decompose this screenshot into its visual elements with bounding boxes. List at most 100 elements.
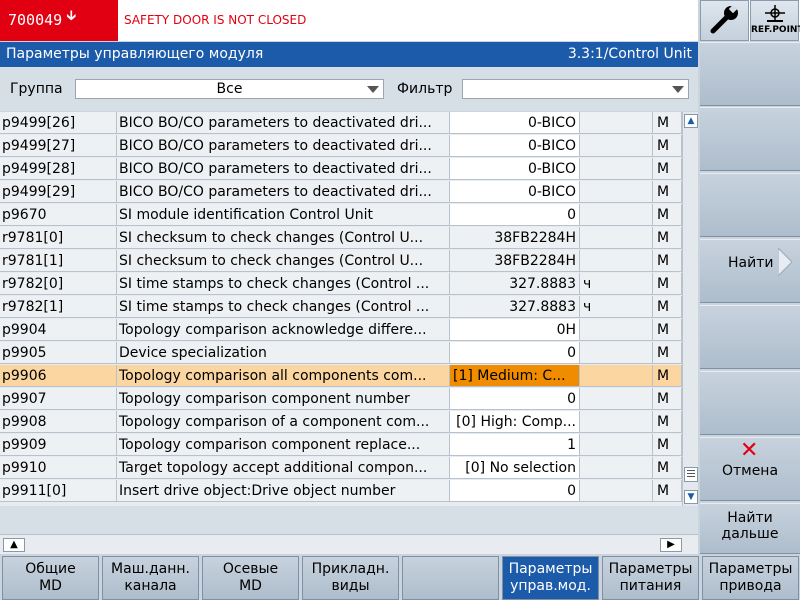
cancel-softkey[interactable]: ✕ Отмена [700,437,800,501]
table-row[interactable]: r9781[0] SI checksum to check changes (Co… [0,227,682,250]
table-row[interactable]: p9911[0] Insert drive object:Drive object… [0,480,682,503]
parameter-value[interactable]: 38FB2284H [450,250,580,272]
table-row[interactable]: p9906 Topology comparison all components … [0,365,682,388]
right-softkey-2[interactable] [700,107,800,171]
parameter-access-mode: M [653,135,682,157]
parameter-description: SI time stamps to check changes (Control… [117,273,450,295]
parameter-description: BICO BO/CO parameters to deactivated dri… [117,135,450,157]
parameter-value[interactable]: 0 [450,388,580,410]
parameter-access-mode: M [653,457,682,479]
group-dropdown[interactable]: Все [75,79,384,99]
scroll-left-icon[interactable]: ▲ [3,538,25,552]
scroll-right-icon[interactable]: ▶ [660,538,682,552]
parameter-unit [580,204,653,226]
bottom-softkey-6[interactable]: Параметры управ.мод. [502,556,599,600]
parameter-access-mode: M [653,434,682,456]
vertical-scrollbar[interactable]: ▲ ▼ [682,112,698,506]
parameter-value[interactable]: 0H [450,319,580,341]
parameter-id: r9781[0] [0,227,117,249]
right-softkey-6[interactable] [700,371,800,435]
parameter-id: p9908 [0,411,117,433]
top-icon-bar: REF.POINT [700,0,800,41]
table-row[interactable]: p9905 Device specialization 0 M [0,342,682,365]
parameter-unit [580,365,653,387]
find-next-softkey[interactable]: Найти дальше [700,503,800,554]
settings-softkey[interactable] [700,0,749,41]
parameter-id: p9909 [0,434,117,456]
find-next-line2: дальше [721,526,779,542]
parameter-unit [580,411,653,433]
parameter-id: p9906 [0,365,117,387]
alarm-code-text: 700049 [8,11,63,29]
softkey-label-line1: Общие [25,561,76,577]
filter-dropdown[interactable] [462,79,689,99]
parameter-table: p9499[26] BICO BO/CO parameters to deacti… [0,112,682,506]
parameter-unit [580,457,653,479]
parameter-value[interactable]: 38FB2284H [450,227,580,249]
right-softkey-3[interactable] [700,173,800,237]
parameter-id: r9782[0] [0,273,117,295]
parameter-id: p9905 [0,342,117,364]
parameter-value[interactable]: 0 [450,204,580,226]
bottom-softkey-8[interactable]: Параметры привода [702,556,799,600]
bottom-softkey-1[interactable]: Общие MD [2,556,99,600]
parameter-unit [580,388,653,410]
alarm-number[interactable]: 700049 🡳 [0,0,118,41]
table-row[interactable]: p9670 SI module identification Control Un… [0,204,682,227]
scroll-thumb[interactable] [684,467,698,482]
parameter-value[interactable]: 327.8883 [450,273,580,295]
horizontal-scrollbar[interactable]: ▲ ▶ [0,534,698,554]
alarm-down-arrow-icon: 🡳 [66,8,77,24]
parameter-id: p9907 [0,388,117,410]
right-softkey-5[interactable] [700,305,800,369]
bottom-softkey-7[interactable]: Параметры питания [602,556,699,600]
table-row[interactable]: p9499[26] BICO BO/CO parameters to deacti… [0,112,682,135]
parameter-value[interactable]: 0-BICO [450,181,580,203]
right-softkey-1[interactable] [700,42,800,106]
scroll-down-icon[interactable]: ▼ [684,490,698,504]
parameter-description: BICO BO/CO parameters to deactivated dri… [117,181,450,203]
alarm-message: SAFETY DOOR IS NOT CLOSED [118,0,698,41]
softkey-label-line1: Прикладн. [311,561,390,577]
table-row[interactable]: p9499[28] BICO BO/CO parameters to deacti… [0,158,682,181]
parameter-value[interactable]: 327.8883 [450,296,580,318]
table-row[interactable]: p9904 Topology comparison acknowledge dif… [0,319,682,342]
table-row[interactable]: r9782[1] SI time stamps to check changes … [0,296,682,319]
parameter-value[interactable]: [0] No selection [450,457,580,479]
parameter-value[interactable]: 0-BICO [450,112,580,134]
table-row[interactable]: p9499[29] BICO BO/CO parameters to deacti… [0,181,682,204]
chevron-down-icon [367,86,379,93]
parameter-value[interactable]: 1 [450,434,580,456]
ref-point-softkey[interactable]: REF.POINT [750,0,800,41]
parameter-id: p9499[27] [0,135,117,157]
search-arrow-icon [778,248,792,276]
search-softkey[interactable]: Найти [700,239,800,303]
bottom-softkey-4[interactable]: Прикладн. виды [302,556,399,600]
parameter-id: p9670 [0,204,117,226]
table-row[interactable]: p9909 Topology comparison component repla… [0,434,682,457]
parameter-access-mode: M [653,480,682,502]
table-row[interactable]: p9907 Topology comparison component numbe… [0,388,682,411]
table-row[interactable]: p9499[27] BICO BO/CO parameters to deacti… [0,135,682,158]
table-row[interactable]: r9781[1] SI checksum to check changes (Co… [0,250,682,273]
chevron-down-icon [672,86,684,93]
parameter-id: r9782[1] [0,296,117,318]
table-row[interactable]: p9910 Target topology accept additional c… [0,457,682,480]
parameter-value[interactable]: 0 [450,342,580,364]
bottom-softkey-5[interactable] [402,556,499,600]
bottom-softkey-3[interactable]: Осевые MD [202,556,299,600]
parameter-description: SI module identification Control Unit [117,204,450,226]
parameter-value[interactable]: [0] High: Comp... [450,411,580,433]
table-row[interactable]: r9782[0] SI time stamps to check changes … [0,273,682,296]
parameter-value[interactable]: [1] Medium: C... [450,365,580,387]
parameter-access-mode: M [653,273,682,295]
table-footer-space [0,506,698,534]
parameter-value[interactable]: 0-BICO [450,158,580,180]
scroll-up-icon[interactable]: ▲ [684,114,698,128]
table-row[interactable]: p9908 Topology comparison of a component … [0,411,682,434]
bottom-softkey-2[interactable]: Маш.данн. канала [102,556,199,600]
parameter-description: SI time stamps to check changes (Control… [117,296,450,318]
parameter-value[interactable]: 0 [450,480,580,502]
parameter-value[interactable]: 0-BICO [450,135,580,157]
parameter-description: BICO BO/CO parameters to deactivated dri… [117,158,450,180]
